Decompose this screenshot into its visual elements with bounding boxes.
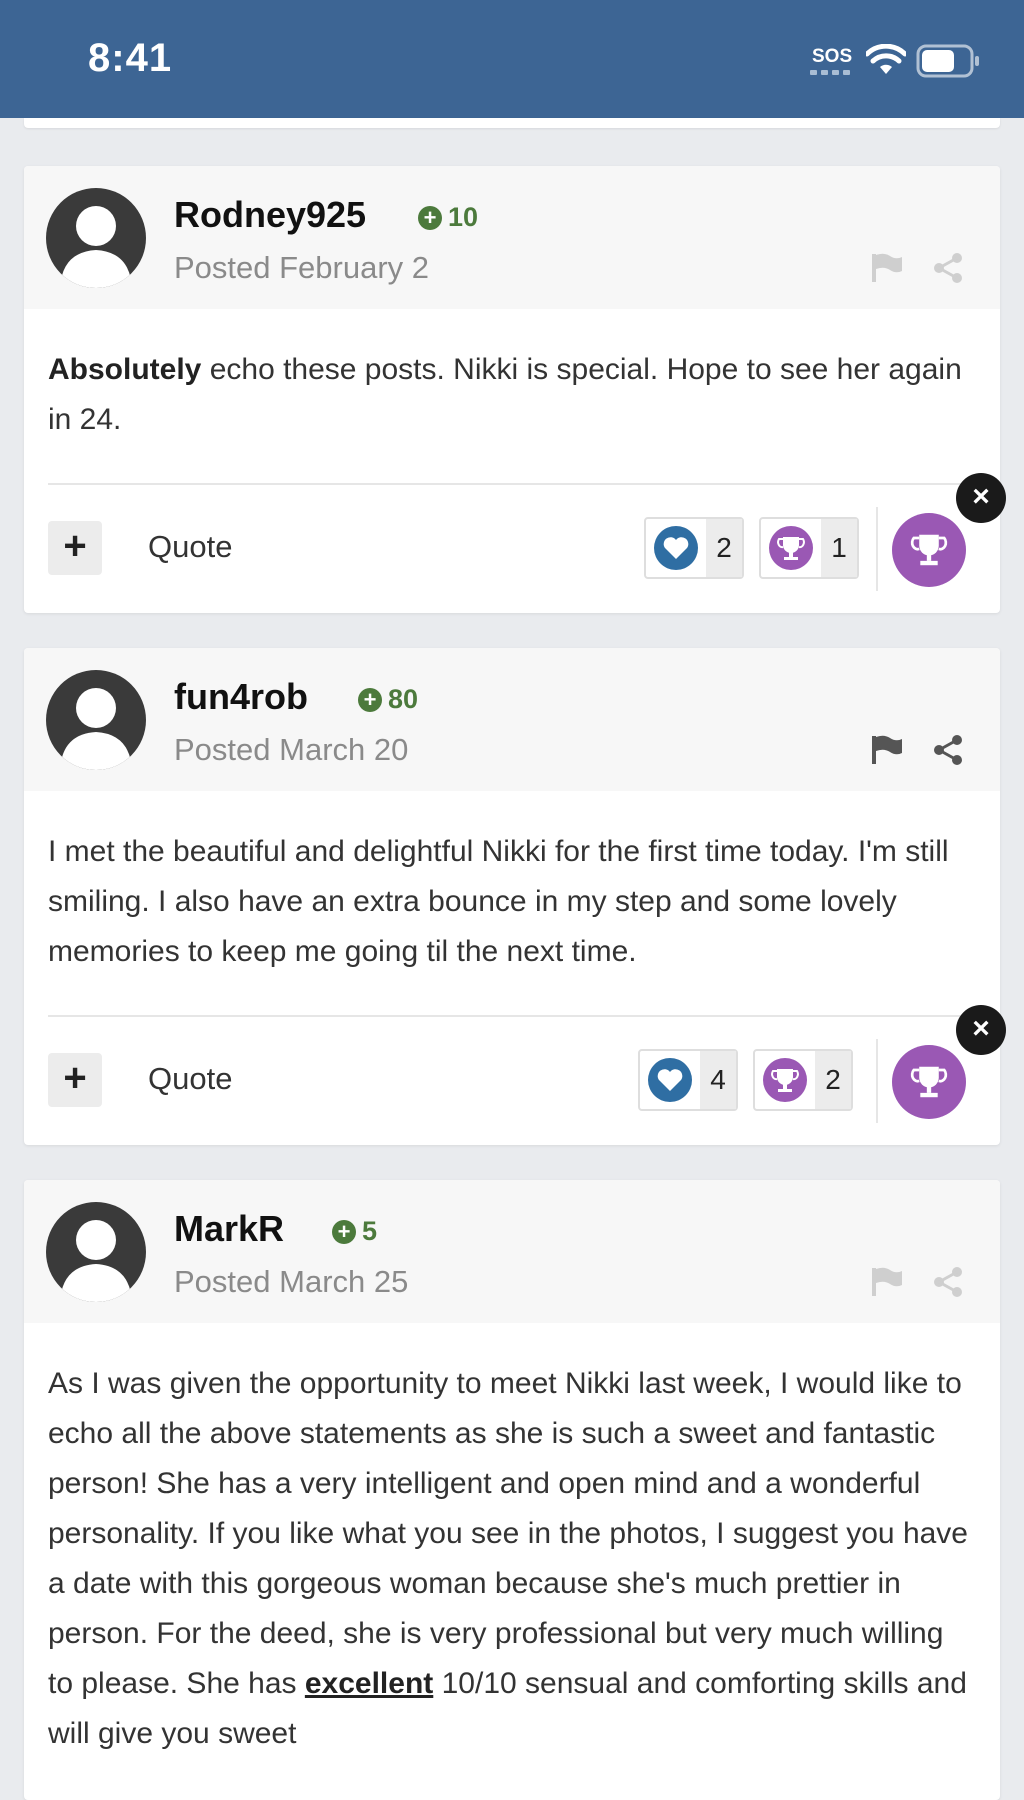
- post-body-bold: Absolutely: [48, 353, 202, 386]
- multiquote-button[interactable]: +: [48, 521, 102, 575]
- like-count: 2: [706, 519, 742, 577]
- avatar-icon: [60, 1220, 132, 1302]
- trophy-icon: [769, 526, 813, 570]
- post-date[interactable]: Posted February 2: [174, 250, 429, 286]
- trophy-reaction[interactable]: 1: [759, 517, 859, 579]
- post-body-text: As I was given the opportunity to meet N…: [48, 1367, 968, 1700]
- flag-icon[interactable]: [870, 734, 904, 766]
- avatar[interactable]: [46, 188, 146, 288]
- reputation-count: 80: [388, 684, 419, 714]
- avatar[interactable]: [46, 670, 146, 770]
- status-bar: 8:41 SOS: [0, 0, 1024, 118]
- post-card: Rodney925 + 10 Posted February 2 Absolut…: [24, 166, 1006, 613]
- share-icon[interactable]: [932, 734, 964, 766]
- share-icon[interactable]: [932, 252, 964, 284]
- reputation-badge: + 5: [332, 1216, 377, 1247]
- author-name[interactable]: MarkR: [174, 1208, 284, 1250]
- trophy-icon: [910, 534, 948, 566]
- post-body: I met the beautiful and delightful Nikki…: [48, 835, 949, 968]
- trophy-reaction-button[interactable]: [892, 1045, 966, 1119]
- status-time: 8:41: [88, 36, 173, 80]
- quote-button[interactable]: Quote: [148, 529, 232, 565]
- heart-icon: [648, 1058, 692, 1102]
- like-count: 4: [700, 1051, 736, 1109]
- reputation-badge: + 10: [418, 202, 478, 233]
- plus-icon: +: [358, 687, 382, 712]
- trophy-reaction[interactable]: 2: [753, 1049, 853, 1111]
- reputation-badge: + 80: [358, 684, 418, 715]
- avatar[interactable]: [46, 1202, 146, 1302]
- signal-dots: [810, 70, 852, 76]
- like-reaction[interactable]: 2: [644, 517, 744, 579]
- battery-icon: [916, 44, 979, 78]
- post-header: fun4rob + 80 Posted March 20: [24, 648, 1000, 791]
- trophy-count: 1: [821, 519, 857, 577]
- share-icon[interactable]: [932, 1266, 964, 1298]
- previous-post-edge: [24, 118, 1000, 128]
- post-header: MarkR + 5 Posted March 25: [24, 1180, 1000, 1323]
- separator: [876, 507, 878, 591]
- author-name[interactable]: Rodney925: [174, 194, 366, 236]
- close-icon[interactable]: ×: [956, 1005, 1006, 1055]
- post-header: Rodney925 + 10 Posted February 2: [24, 166, 1000, 309]
- close-icon[interactable]: ×: [956, 473, 1006, 523]
- reputation-count: 5: [362, 1216, 378, 1246]
- post-date[interactable]: Posted March 25: [174, 1264, 408, 1300]
- post-body-emphasis: excellent: [304, 1667, 434, 1700]
- avatar-icon: [60, 688, 132, 770]
- post-date[interactable]: Posted March 20: [174, 732, 408, 768]
- heart-icon: [654, 526, 698, 570]
- multiquote-button[interactable]: +: [48, 1053, 102, 1107]
- trophy-reaction-button[interactable]: [892, 513, 966, 587]
- quote-button[interactable]: Quote: [148, 1061, 232, 1097]
- post-actions: + Quote 2 1 ×: [24, 473, 1006, 613]
- plus-icon: +: [418, 205, 442, 230]
- post-body: As I was given the opportunity to meet N…: [24, 1323, 1000, 1759]
- avatar-icon: [60, 206, 132, 288]
- reputation-count: 10: [448, 202, 479, 232]
- flag-icon[interactable]: [870, 252, 904, 284]
- flag-icon[interactable]: [870, 1266, 904, 1298]
- wifi-icon: [866, 44, 906, 74]
- separator: [876, 1039, 878, 1123]
- author-name[interactable]: fun4rob: [174, 676, 308, 718]
- post-body: Absolutely echo these posts. Nikki is sp…: [24, 309, 1000, 445]
- like-reaction[interactable]: 4: [638, 1049, 738, 1111]
- post-card: fun4rob + 80 Posted March 20 I met the b…: [24, 648, 1006, 1145]
- post-card: MarkR + 5 Posted March 25 As I was given…: [24, 1180, 1000, 1800]
- post-actions: + Quote 4 2 ×: [24, 1005, 1006, 1145]
- trophy-count: 2: [815, 1051, 851, 1109]
- sos-indicator: SOS: [812, 46, 853, 67]
- trophy-icon: [910, 1066, 948, 1098]
- plus-icon: +: [332, 1219, 356, 1244]
- trophy-icon: [763, 1058, 807, 1102]
